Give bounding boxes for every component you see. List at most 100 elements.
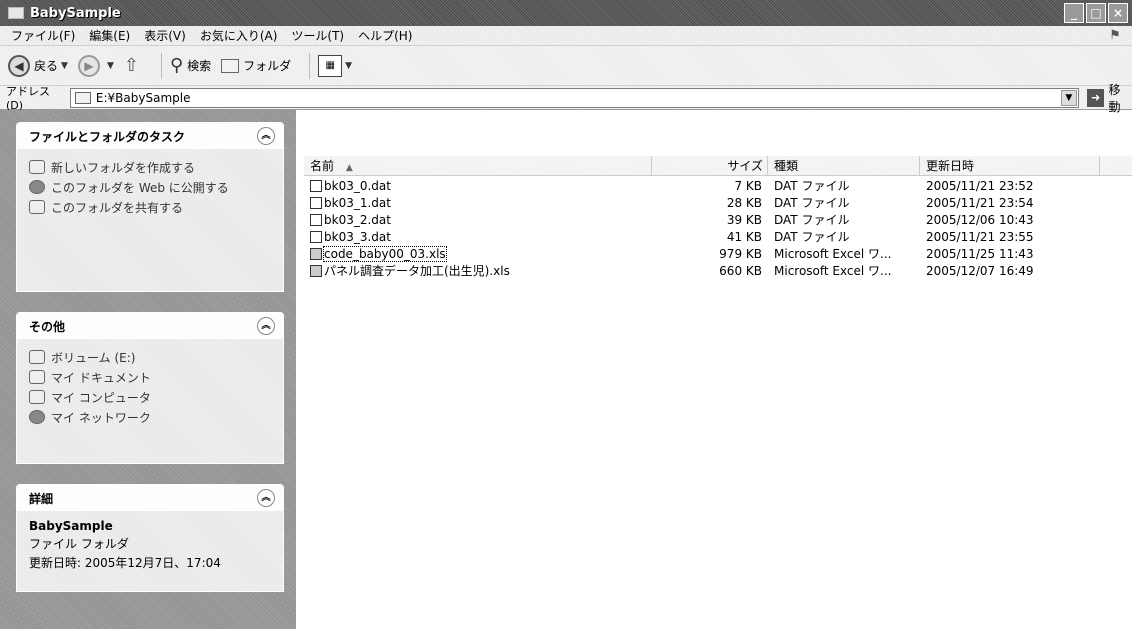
collapse-icon[interactable]: ︽ <box>257 317 275 335</box>
file-row[interactable]: bk03_1.dat 28 KB DAT ファイル 2005/11/21 23:… <box>304 195 1132 211</box>
search-button[interactable]: ⚲ 検索 <box>170 55 211 76</box>
file-size: 979 KB <box>719 247 762 261</box>
collapse-icon[interactable]: ︽ <box>257 127 275 145</box>
forward-button[interactable]: ▶ ▼ <box>77 54 114 77</box>
panel-header[interactable]: その他 ︽ <box>17 313 283 339</box>
back-button[interactable]: ◀ 戻る ▼ <box>8 54 68 77</box>
details-folder-type: ファイル フォルダ <box>29 537 129 551</box>
task-new-folder[interactable]: 新しいフォルダを作成する <box>29 157 271 177</box>
file-row[interactable]: パネル調査データ加工(出生児).xls 660 KB Microsoft Exc… <box>304 263 1132 279</box>
file-type: DAT ファイル <box>774 213 850 227</box>
folder-icon <box>221 58 240 73</box>
go-arrow-icon: ➜ <box>1086 88 1105 107</box>
panel-title: 詳細 <box>29 491 54 506</box>
share-folder-icon <box>29 200 45 214</box>
collapse-icon[interactable]: ︽ <box>257 489 275 507</box>
column-label: 更新日時 <box>926 158 975 173</box>
menu-bar: ファイル(F) 編集(E) 表示(V) お気に入り(A) ツール(T) ヘルプ(… <box>0 26 1132 46</box>
place-label: マイ ネットワーク <box>51 410 151 425</box>
panel-header[interactable]: ファイルとフォルダのタスク ︽ <box>17 123 283 149</box>
file-name: bk03_2.dat <box>324 213 391 227</box>
column-header-modified[interactable]: 更新日時 <box>920 155 1100 176</box>
task-publish-web[interactable]: このフォルダを Web に公開する <box>29 177 271 197</box>
chevron-down-icon[interactable]: ▼ <box>345 61 352 71</box>
file-row[interactable]: bk03_3.dat 41 KB DAT ファイル 2005/11/21 23:… <box>304 229 1132 245</box>
folders-button[interactable]: フォルダ <box>221 57 291 74</box>
panel-title: その他 <box>29 319 66 334</box>
file-modified: 2005/11/21 23:55 <box>926 230 1034 244</box>
file-row[interactable]: bk03_0.dat 7 KB DAT ファイル 2005/11/21 23:5… <box>304 178 1132 194</box>
back-arrow-icon: ◀ <box>8 54 30 77</box>
folder-icon <box>74 91 91 104</box>
task-pane: ファイルとフォルダのタスク ︽ 新しいフォルダを作成する このフォルダを Web… <box>0 110 296 629</box>
menu-edit[interactable]: 編集(E) <box>82 27 137 44</box>
file-modified: 2005/12/07 16:49 <box>926 264 1034 278</box>
panel-header[interactable]: 詳細 ︽ <box>17 485 283 511</box>
column-header-name[interactable]: 名前 ▲ <box>304 155 652 176</box>
file-size: 28 KB <box>726 196 762 210</box>
address-path: E:¥BabySample <box>95 90 191 105</box>
toolbar: ◀ 戻る ▼ ▶ ▼ ⇧ ⚲ 検索 フォルダ ▦ ▼ <box>0 46 1132 86</box>
place-my-documents[interactable]: マイ ドキュメント <box>29 367 271 387</box>
task-label: このフォルダを Web に公開する <box>51 180 229 195</box>
panel-title: ファイルとフォルダのタスク <box>29 129 186 144</box>
column-header-type[interactable]: 種類 <box>768 155 920 176</box>
file-modified: 2005/11/21 23:54 <box>926 196 1034 210</box>
place-label: マイ コンピュータ <box>51 390 151 405</box>
chevron-down-icon[interactable]: ▼ <box>107 61 114 71</box>
file-name: bk03_1.dat <box>324 196 391 210</box>
up-folder-button[interactable]: ⇧ <box>124 55 143 76</box>
chevron-down-icon[interactable]: ▼ <box>1060 89 1077 106</box>
details-modified: 更新日時: 2005年12月7日、17:04 <box>29 556 221 570</box>
go-button[interactable]: ➜ 移動 <box>1086 81 1132 115</box>
windows-logo-icon: ⚑ <box>1110 28 1120 43</box>
chevron-down-icon[interactable]: ▼ <box>61 61 68 71</box>
maximize-button[interactable]: □ <box>1086 3 1106 23</box>
views-button[interactable]: ▦ ▼ <box>318 54 352 77</box>
folder-icon <box>8 7 24 19</box>
task-label: 新しいフォルダを作成する <box>51 160 196 175</box>
drive-icon <box>29 350 45 364</box>
address-field[interactable]: E:¥BabySample ▼ <box>69 87 1079 108</box>
other-places-panel: その他 ︽ ボリューム (E:) マイ ドキュメント マイ コンピュータ マイ … <box>16 312 284 464</box>
menu-favorites[interactable]: お気に入り(A) <box>193 27 285 44</box>
menu-help[interactable]: ヘルプ(H) <box>351 27 419 44</box>
file-row[interactable]: bk03_2.dat 39 KB DAT ファイル 2005/12/06 10:… <box>304 212 1132 228</box>
file-size: 7 KB <box>734 179 762 193</box>
file-name: パネル調査データ加工(出生児).xls <box>324 264 510 278</box>
column-header-size[interactable]: サイズ <box>652 155 768 176</box>
address-bar: アドレス(D) E:¥BabySample ▼ ➜ 移動 <box>0 83 1132 114</box>
dat-file-icon <box>310 214 322 226</box>
close-button[interactable]: × <box>1108 3 1128 23</box>
address-label: アドレス(D) <box>6 85 50 112</box>
window-title: BabySample <box>30 5 121 21</box>
task-share-folder[interactable]: このフォルダを共有する <box>29 197 271 217</box>
dat-file-icon <box>310 180 322 192</box>
file-modified: 2005/12/06 10:43 <box>926 213 1034 227</box>
file-modified: 2005/11/25 11:43 <box>926 247 1034 261</box>
place-my-network[interactable]: マイ ネットワーク <box>29 407 271 427</box>
file-name: code_baby00_03.xls <box>323 246 447 262</box>
minimize-button[interactable]: _ <box>1064 3 1084 23</box>
column-label: 名前 <box>310 158 335 173</box>
file-size: 660 KB <box>719 264 762 278</box>
go-label: 移動 <box>1108 82 1121 114</box>
documents-folder-icon <box>29 370 45 384</box>
menu-tools[interactable]: ツール(T) <box>284 27 351 44</box>
up-arrow-icon: ⇧ <box>123 55 139 76</box>
dat-file-icon <box>310 231 322 243</box>
file-row-selected[interactable]: code_baby00_03.xls 979 KB Microsoft Exce… <box>304 246 1132 262</box>
file-modified: 2005/11/21 23:52 <box>926 179 1034 193</box>
forward-arrow-icon: ▶ <box>77 54 100 77</box>
search-label: 検索 <box>187 59 212 73</box>
place-volume-e[interactable]: ボリューム (E:) <box>29 347 271 367</box>
column-label: 種類 <box>774 158 799 173</box>
sort-ascending-icon: ▲ <box>345 162 353 173</box>
file-list-header: 名前 ▲ サイズ 種類 更新日時 <box>304 155 1132 176</box>
excel-file-icon <box>310 265 322 277</box>
title-bar: BabySample _ □ × <box>0 0 1132 26</box>
file-size: 41 KB <box>726 230 762 244</box>
menu-file[interactable]: ファイル(F) <box>4 27 82 44</box>
place-my-computer[interactable]: マイ コンピュータ <box>29 387 271 407</box>
menu-view[interactable]: 表示(V) <box>137 27 193 44</box>
